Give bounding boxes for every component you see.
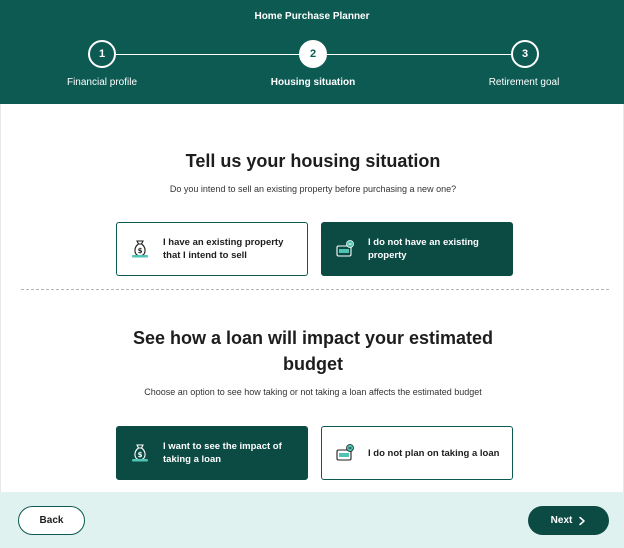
no-property-icon (336, 240, 354, 257)
no-loan-icon (336, 444, 354, 461)
option-no-property[interactable]: I do not have an existing property (321, 222, 513, 276)
option-existing-property[interactable]: $ I have an existing property that I int… (116, 222, 308, 276)
housing-subtitle: Do you intend to sell an existing proper… (169, 184, 457, 194)
svg-text:$: $ (138, 451, 143, 459)
header: Home Purchase Planner 1 2 3 Financial pr… (0, 0, 624, 104)
step-1-number: 1 (98, 48, 106, 60)
step-3-indicator[interactable]: 3 (511, 40, 539, 68)
next-button[interactable]: Next (528, 506, 609, 535)
section-divider (21, 289, 609, 290)
option-no-property-label: I do not have an existing property (368, 237, 479, 261)
option-existing-property-label: I have an existing property that I inten… (163, 237, 284, 261)
option-take-loan[interactable]: $ I want to see the impact of taking a l… (116, 426, 308, 480)
chevron-right-icon (579, 516, 586, 525)
step-3-number: 3 (521, 48, 529, 60)
money-bag-icon: $ (132, 444, 148, 462)
step-1-indicator[interactable]: 1 (88, 40, 116, 68)
step-1-label: Financial profile (66, 77, 138, 88)
stepper-line-2 (327, 54, 511, 55)
loan-title: See how a loan will impact your estimate… (132, 328, 494, 374)
step-2-number: 2 (309, 48, 317, 60)
back-button[interactable]: Back (18, 506, 85, 535)
money-bag-icon: $ (132, 240, 148, 258)
stepper-line-1 (116, 54, 300, 55)
step-2-label: Housing situation (270, 77, 356, 88)
svg-text:$: $ (138, 247, 143, 255)
next-button-label: Next (550, 515, 573, 526)
app-title: Home Purchase Planner (254, 11, 370, 22)
main-content: Tell us your housing situation Do you in… (0, 104, 624, 492)
option-no-loan[interactable]: I do not plan on taking a loan (321, 426, 513, 480)
option-take-loan-label: I want to see the impact of taking a loa… (163, 441, 282, 465)
footer: Back Next (0, 492, 624, 548)
option-no-loan-label: I do not plan on taking a loan (368, 447, 500, 459)
loan-subtitle: Choose an option to see how taking or no… (144, 387, 482, 397)
step-3-label: Retirement goal (488, 77, 560, 88)
back-button-label: Back (39, 515, 64, 526)
step-2-indicator[interactable]: 2 (299, 40, 327, 68)
housing-title: Tell us your housing situation (185, 151, 441, 171)
